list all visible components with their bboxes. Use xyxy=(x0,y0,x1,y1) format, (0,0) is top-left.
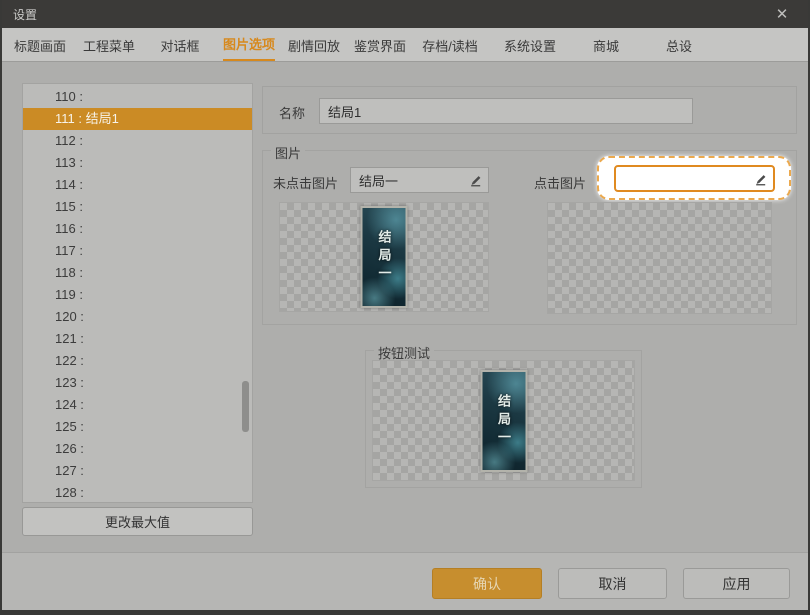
apply-button[interactable]: 应用 xyxy=(683,568,790,599)
unclicked-image-input[interactable]: 结局一 xyxy=(350,167,489,193)
button-test-group: 按钮测试 结局一 xyxy=(365,350,642,488)
unclicked-image-label: 未点击图片 xyxy=(273,173,338,192)
name-label: 名称 xyxy=(279,103,305,122)
list-item-128[interactable]: 128 : xyxy=(23,482,252,503)
list-item-110[interactable]: 110 : xyxy=(23,86,252,108)
tab-system-settings[interactable]: 系统设置 xyxy=(504,28,556,61)
name-panel: 名称 结局1 xyxy=(262,86,797,134)
window-title: 设置 xyxy=(2,6,37,23)
tab-shop[interactable]: 商城 xyxy=(593,28,619,61)
list-item-114[interactable]: 114 : xyxy=(23,174,252,196)
list-item-123[interactable]: 123 : xyxy=(23,372,252,394)
tab-bar: 标题画面 工程菜单 对话框 图片选项 剧情回放 鉴赏界面 存档/读档 系统设置 … xyxy=(2,28,808,62)
tab-gallery[interactable]: 鉴赏界面 xyxy=(354,28,406,61)
image-group: 图片 未点击图片 结局一 点击图片 结局一 xyxy=(262,150,797,325)
clicked-image-label: 点击图片 xyxy=(534,173,586,192)
change-max-value-button[interactable]: 更改最大值 xyxy=(22,507,253,536)
unclicked-image-preview: 结局一 xyxy=(279,202,489,312)
tab-dialog-box[interactable]: 对话框 xyxy=(160,28,199,61)
clicked-image-preview xyxy=(547,202,772,314)
tab-general[interactable]: 总设 xyxy=(666,28,692,61)
banner-vertical-text: 结局一 xyxy=(494,394,513,448)
ending-list: 110 : 111 : 结局1 112 : 113 : 114 : 115 : … xyxy=(22,83,253,503)
tab-image-options[interactable]: 图片选项 xyxy=(223,28,275,61)
close-icon[interactable]: ✕ xyxy=(770,0,794,28)
clicked-image-input[interactable] xyxy=(614,165,775,192)
list-item-125[interactable]: 125 : xyxy=(23,416,252,438)
list-item-113[interactable]: 113 : xyxy=(23,152,252,174)
footer-bar: 确认 取消 应用 xyxy=(2,552,808,610)
list-item-112[interactable]: 112 : xyxy=(23,130,252,152)
list-scrollbar-thumb[interactable] xyxy=(242,381,249,432)
list-item-121[interactable]: 121 : xyxy=(23,328,252,350)
list-item-120[interactable]: 120 : xyxy=(23,306,252,328)
name-input[interactable]: 结局1 xyxy=(319,98,693,124)
settings-dialog: 设置 ✕ 标题画面 工程菜单 对话框 图片选项 剧情回放 鉴赏界面 存档/读档 … xyxy=(0,0,810,615)
banner-vertical-text: 结局一 xyxy=(375,230,394,284)
list-item-118[interactable]: 118 : xyxy=(23,262,252,284)
list-item-111-selected[interactable]: 111 : 结局1 xyxy=(23,108,252,130)
list-item-115[interactable]: 115 : xyxy=(23,196,252,218)
button-test-preview: 结局一 xyxy=(372,360,635,481)
tab-story-replay[interactable]: 剧情回放 xyxy=(288,28,340,61)
ending-banner-image: 结局一 xyxy=(361,206,408,308)
list-item-127[interactable]: 127 : xyxy=(23,460,252,482)
list-item-119[interactable]: 119 : xyxy=(23,284,252,306)
confirm-button[interactable]: 确认 xyxy=(432,568,542,599)
tab-title-screen[interactable]: 标题画面 xyxy=(14,28,66,61)
clicked-image-highlight xyxy=(597,156,791,200)
list-item-116[interactable]: 116 : xyxy=(23,218,252,240)
edit-pencil-icon[interactable] xyxy=(468,173,483,188)
list-item-126[interactable]: 126 : xyxy=(23,438,252,460)
tab-project-menu[interactable]: 工程菜单 xyxy=(83,28,135,61)
cancel-button[interactable]: 取消 xyxy=(558,568,667,599)
list-item-117[interactable]: 117 : xyxy=(23,240,252,262)
tab-save-load[interactable]: 存档/读档 xyxy=(422,28,478,61)
ending-banner-image[interactable]: 结局一 xyxy=(480,370,527,472)
unclicked-image-value: 结局一 xyxy=(359,171,398,190)
list-item-124[interactable]: 124 : xyxy=(23,394,252,416)
edit-pencil-icon[interactable] xyxy=(753,171,768,186)
title-bar: 设置 ✕ xyxy=(2,0,808,28)
image-group-legend: 图片 xyxy=(271,143,305,162)
list-item-122[interactable]: 122 : xyxy=(23,350,252,372)
